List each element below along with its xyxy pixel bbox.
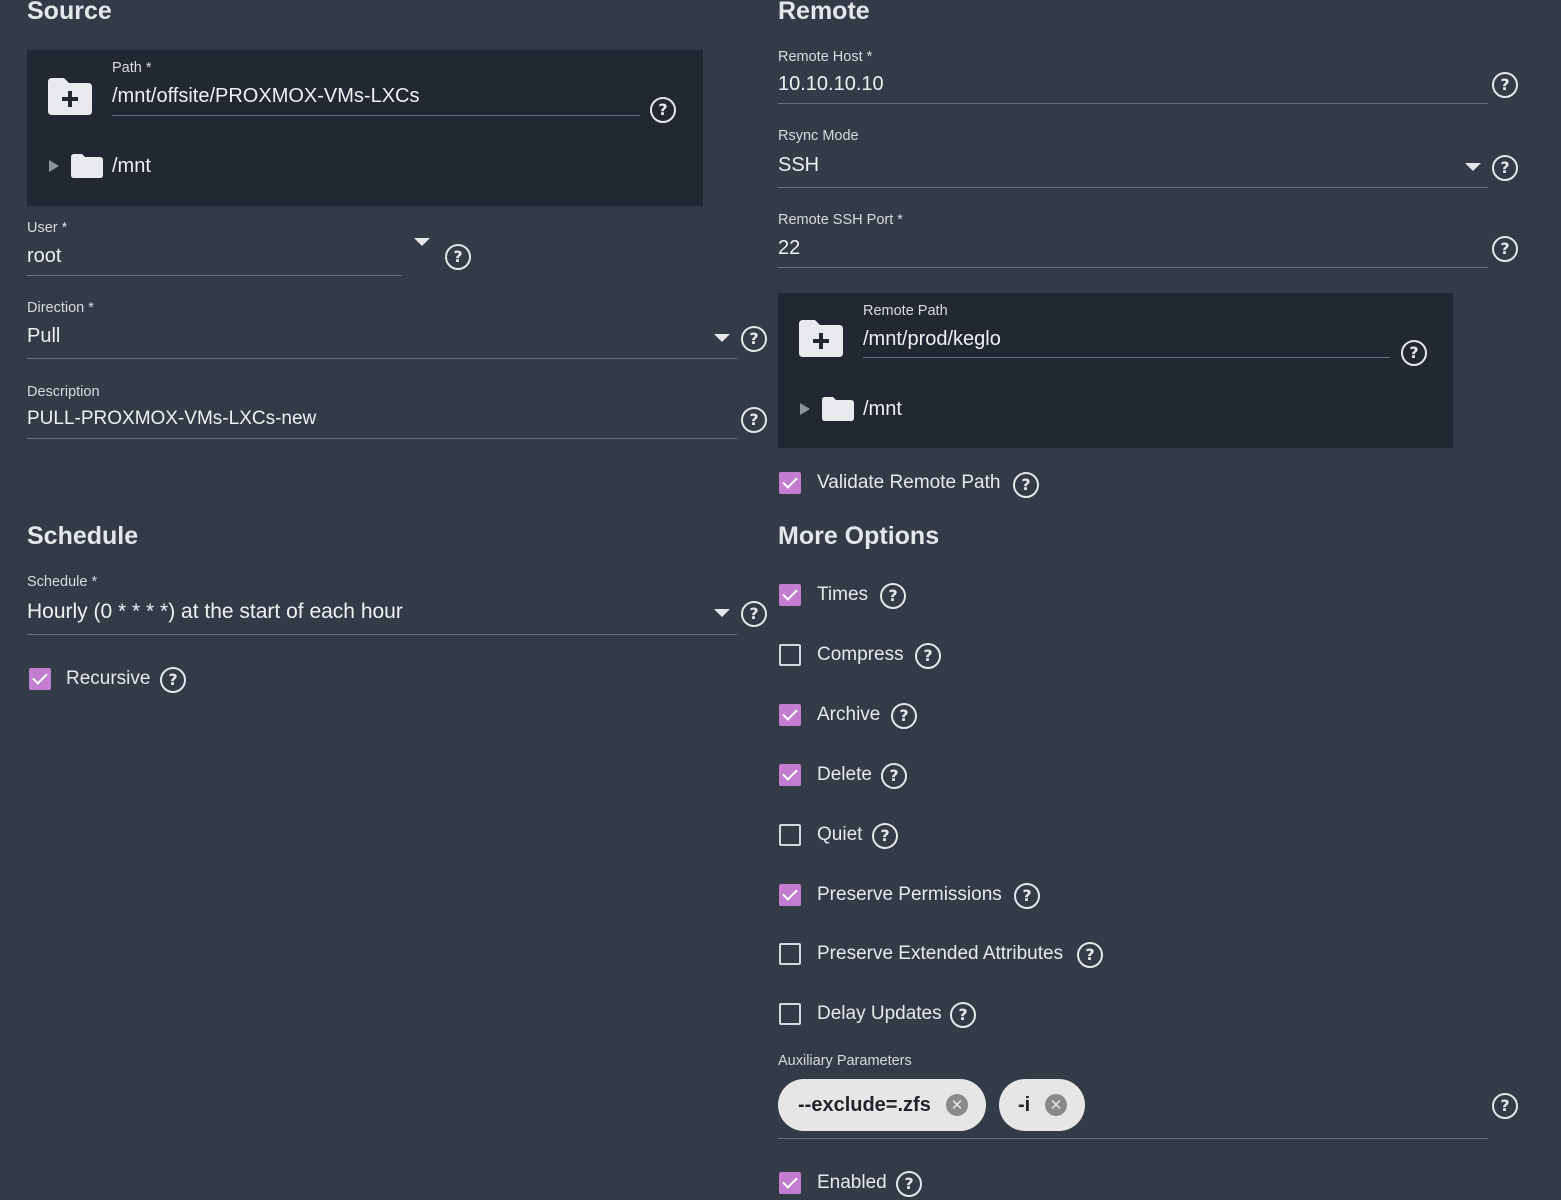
folder-plus-icon[interactable]: [46, 76, 94, 116]
delay-updates-label: Delay Updates: [817, 1003, 942, 1024]
schedule-section-title: Schedule: [27, 522, 139, 550]
times-label: Times: [817, 584, 869, 605]
help-icon[interactable]: ?: [1013, 472, 1039, 498]
times-checkbox[interactable]: [779, 584, 801, 606]
more-options-section-title: More Options: [778, 522, 940, 550]
preserve-permissions-checkbox[interactable]: [779, 884, 801, 906]
chevron-down-icon[interactable]: [714, 609, 730, 617]
remove-chip-icon[interactable]: ✕: [1045, 1094, 1067, 1116]
tree-expand-icon[interactable]: [800, 403, 810, 415]
description-label: Description: [27, 384, 100, 400]
delay-updates-checkbox[interactable]: [779, 1003, 801, 1025]
chevron-down-icon[interactable]: [714, 334, 730, 342]
delete-checkbox[interactable]: [779, 764, 801, 786]
validate-remote-path-label: Validate Remote Path: [817, 472, 1001, 493]
folder-icon: [822, 397, 854, 421]
aux-param-chip[interactable]: -i ✕: [999, 1079, 1085, 1131]
enabled-checkbox[interactable]: [779, 1172, 801, 1194]
chevron-down-icon[interactable]: [414, 238, 430, 246]
source-path-input[interactable]: /mnt/offsite/PROXMOX-VMs-LXCs: [112, 85, 419, 108]
help-icon[interactable]: ?: [1492, 1093, 1518, 1119]
help-icon[interactable]: ?: [891, 703, 917, 729]
description-input[interactable]: PULL-PROXMOX-VMs-LXCs-new: [27, 408, 316, 430]
compress-label: Compress: [817, 644, 904, 665]
direction-label: Direction *: [27, 300, 94, 316]
help-icon[interactable]: ?: [915, 643, 941, 669]
help-icon[interactable]: ?: [741, 407, 767, 433]
remote-path-input[interactable]: /mnt/prod/keglo: [863, 328, 1001, 351]
source-path-label: Path *: [112, 60, 152, 76]
recursive-label: Recursive: [66, 668, 151, 689]
source-section-title: Source: [27, 0, 112, 25]
archive-checkbox[interactable]: [779, 704, 801, 726]
preserve-extended-attributes-label: Preserve Extended Attributes: [817, 943, 1064, 964]
help-icon[interactable]: ?: [1492, 236, 1518, 262]
delete-label: Delete: [817, 764, 872, 785]
compress-checkbox[interactable]: [779, 644, 801, 666]
direction-select[interactable]: Pull: [27, 325, 60, 348]
help-icon[interactable]: ?: [881, 763, 907, 789]
help-icon[interactable]: ?: [445, 244, 471, 270]
quiet-checkbox[interactable]: [779, 824, 801, 846]
user-select[interactable]: root: [27, 245, 61, 268]
help-icon[interactable]: ?: [1401, 340, 1427, 366]
help-icon[interactable]: ?: [872, 823, 898, 849]
remote-host-input[interactable]: 10.10.10.10: [778, 73, 884, 96]
rsync-mode-select[interactable]: SSH: [778, 154, 819, 177]
quiet-label: Quiet: [817, 824, 863, 845]
help-icon[interactable]: ?: [741, 326, 767, 352]
chip-label: -i: [1018, 1094, 1031, 1116]
remote-section-title: Remote: [778, 0, 870, 25]
folder-icon: [71, 154, 103, 178]
chevron-down-icon[interactable]: [1465, 163, 1481, 171]
folder-plus-icon[interactable]: [797, 318, 845, 358]
remove-chip-icon[interactable]: ✕: [946, 1094, 968, 1116]
schedule-label: Schedule *: [27, 574, 98, 590]
remote-tree-root[interactable]: /mnt: [863, 398, 902, 421]
source-tree-root[interactable]: /mnt: [112, 155, 151, 178]
ssh-port-input[interactable]: 22: [778, 237, 800, 260]
user-label: User *: [27, 220, 68, 236]
recursive-checkbox[interactable]: [29, 668, 51, 690]
help-icon[interactable]: ?: [1014, 883, 1040, 909]
help-icon[interactable]: ?: [650, 97, 676, 123]
help-icon[interactable]: ?: [1492, 72, 1518, 98]
remote-path-explorer: Remote Path /mnt/prod/keglo ? /mnt: [778, 293, 1453, 448]
validate-remote-path-checkbox[interactable]: [779, 472, 801, 494]
aux-param-chip[interactable]: --exclude=.zfs ✕: [778, 1079, 986, 1131]
source-path-explorer: Path * /mnt/offsite/PROXMOX-VMs-LXCs ? /…: [27, 50, 703, 206]
preserve-extended-attributes-checkbox[interactable]: [779, 943, 801, 965]
preserve-permissions-label: Preserve Permissions: [817, 884, 1002, 905]
enabled-label: Enabled: [817, 1172, 887, 1193]
remote-path-label: Remote Path: [863, 303, 948, 319]
chip-label: --exclude=.zfs: [798, 1094, 931, 1116]
help-icon[interactable]: ?: [950, 1002, 976, 1028]
remote-host-label: Remote Host *: [778, 49, 873, 65]
help-icon[interactable]: ?: [741, 601, 767, 627]
help-icon[interactable]: ?: [160, 667, 186, 693]
help-icon[interactable]: ?: [896, 1171, 922, 1197]
schedule-select[interactable]: Hourly (0 * * * *) at the start of each …: [27, 600, 403, 624]
help-icon[interactable]: ?: [1077, 942, 1103, 968]
ssh-port-label: Remote SSH Port *: [778, 212, 903, 228]
tree-expand-icon[interactable]: [49, 160, 59, 172]
help-icon[interactable]: ?: [880, 583, 906, 609]
archive-label: Archive: [817, 704, 881, 725]
auxiliary-parameters-label: Auxiliary Parameters: [778, 1053, 912, 1069]
help-icon[interactable]: ?: [1492, 155, 1518, 181]
rsync-mode-label: Rsync Mode: [778, 128, 859, 144]
